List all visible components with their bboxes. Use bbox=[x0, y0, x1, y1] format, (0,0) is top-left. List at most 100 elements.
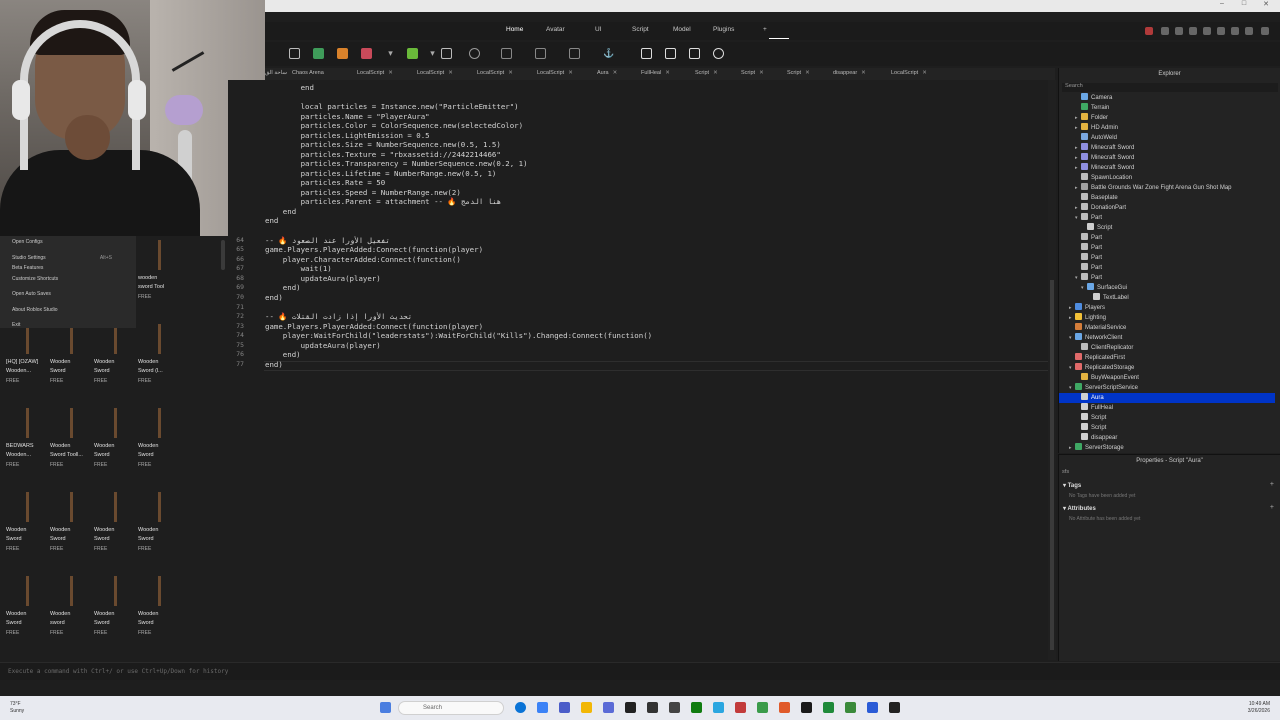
dropdown-arrow-icon[interactable]: ▾ bbox=[427, 48, 438, 59]
tab-script[interactable]: Script bbox=[632, 26, 649, 33]
asset-thumbnail[interactable] bbox=[138, 238, 182, 272]
app-icon[interactable] bbox=[735, 702, 746, 713]
explorer-item[interactable]: ▸ Lighting bbox=[1069, 313, 1106, 323]
menu-item-open-configs[interactable]: Open Configs bbox=[12, 239, 43, 245]
asset-title[interactable]: wooden sword Tool bbox=[138, 274, 182, 292]
asset-thumbnail[interactable] bbox=[94, 490, 138, 524]
tags-section-header[interactable]: ▾ Tags bbox=[1063, 482, 1081, 489]
brave-icon[interactable] bbox=[779, 702, 790, 713]
menu-item-exit[interactable]: Exit bbox=[12, 322, 20, 328]
toolbox-scrollbar[interactable] bbox=[221, 240, 225, 270]
start-icon[interactable] bbox=[380, 702, 391, 713]
menu-item-about-studio[interactable]: About Roblox Studio bbox=[12, 307, 58, 313]
code-line[interactable]: end) bbox=[265, 350, 301, 360]
code-line[interactable]: end) bbox=[265, 283, 301, 293]
asset-title[interactable]: Wooden Sword bbox=[94, 358, 138, 376]
code-line[interactable]: local particles = Instance.new("Particle… bbox=[265, 102, 519, 112]
asset-title[interactable]: Wooden Sword bbox=[50, 358, 94, 376]
close-icon[interactable]: ✕ bbox=[568, 70, 573, 76]
doc-tab-localscript[interactable]: LocalScript ✕ bbox=[537, 70, 573, 76]
command-input[interactable]: Execute a command with Ctrl+/ or use Ctr… bbox=[8, 668, 228, 675]
maximize-icon[interactable]: □ bbox=[1237, 0, 1251, 7]
app-icon[interactable] bbox=[559, 702, 570, 713]
asset-title[interactable]: Wooden Sword Tooll... bbox=[50, 442, 94, 460]
explorer-item[interactable]: Aura bbox=[1059, 393, 1275, 403]
toolbox-asset[interactable]: Wooden Sword FREE bbox=[94, 574, 138, 654]
explorer-item[interactable]: MaterialService bbox=[1069, 323, 1126, 333]
explorer-item[interactable]: Script bbox=[1075, 413, 1106, 423]
code-line[interactable]: wait(1) bbox=[265, 264, 332, 274]
explorer-item[interactable]: Script bbox=[1075, 423, 1106, 433]
code-line[interactable]: end) bbox=[265, 360, 283, 370]
list-icon[interactable] bbox=[665, 48, 676, 59]
add-tab-button[interactable]: + bbox=[763, 26, 767, 33]
asset-title[interactable]: Wooden Sword bbox=[6, 526, 50, 544]
roblox-studio-icon[interactable] bbox=[625, 702, 636, 713]
close-icon[interactable]: ✕ bbox=[613, 70, 618, 76]
explorer-item[interactable]: Part bbox=[1075, 243, 1102, 253]
attributes-section-header[interactable]: ▾ Attributes bbox=[1063, 505, 1096, 512]
properties-filter-input[interactable]: sfs bbox=[1062, 469, 1069, 475]
toolbox-asset[interactable]: Wooden Sword FREE bbox=[50, 490, 94, 570]
toolbox-asset[interactable]: Wooden Sword FREE bbox=[6, 490, 50, 570]
ui-icon[interactable] bbox=[361, 48, 372, 59]
asset-thumbnail[interactable] bbox=[138, 574, 182, 608]
telegram-icon[interactable] bbox=[713, 702, 724, 713]
app-icon[interactable] bbox=[537, 702, 548, 713]
toolbox-asset[interactable]: Wooden Sword FREE bbox=[50, 322, 94, 402]
menu-item-studio-settings[interactable]: Studio Settings bbox=[12, 255, 46, 261]
doc-tab-arabic[interactable]: ساحة الق bbox=[265, 70, 287, 76]
asset-thumbnail[interactable] bbox=[50, 406, 94, 440]
explorer-item[interactable]: disappear bbox=[1075, 433, 1117, 443]
toolbox-asset[interactable]: Wooden Sword FREE bbox=[94, 490, 138, 570]
doc-tab-localscript[interactable]: LocalScript ✕ bbox=[357, 70, 393, 76]
asset-title[interactable]: Wooden Sword bbox=[138, 526, 182, 544]
explorer-item[interactable]: BuyWeaponEvent bbox=[1075, 373, 1139, 383]
asset-title[interactable]: Wooden Sword bbox=[138, 442, 182, 460]
record-icon[interactable] bbox=[1145, 27, 1153, 35]
close-icon[interactable]: ✕ bbox=[805, 70, 810, 76]
explorer-search-input[interactable]: Search bbox=[1062, 83, 1278, 92]
lock-icon[interactable] bbox=[569, 48, 580, 59]
doc-tab-script[interactable]: Script ✕ bbox=[787, 70, 810, 76]
close-icon[interactable]: ✕ bbox=[713, 70, 718, 76]
weather-widget[interactable]: 73°F Sunny bbox=[10, 701, 24, 715]
close-icon[interactable]: ✕ bbox=[922, 70, 927, 76]
terrain-icon[interactable] bbox=[313, 48, 324, 59]
close-icon[interactable]: ✕ bbox=[759, 70, 764, 76]
move-icon[interactable] bbox=[501, 48, 512, 59]
explorer-item[interactable]: ▾ Part bbox=[1075, 273, 1102, 283]
explorer-item[interactable]: Part bbox=[1075, 263, 1102, 273]
explorer-item[interactable]: SpawnLocation bbox=[1075, 173, 1132, 183]
test-icon[interactable] bbox=[713, 48, 724, 59]
menu-item-open-auto-saves[interactable]: Open Auto Saves bbox=[12, 291, 51, 297]
asset-thumbnail[interactable] bbox=[6, 574, 50, 608]
explorer-item[interactable]: Terrain bbox=[1075, 103, 1109, 113]
doc-tab-script[interactable]: Script ✕ bbox=[695, 70, 718, 76]
app-icon[interactable] bbox=[889, 702, 900, 713]
app-icon[interactable] bbox=[867, 702, 878, 713]
scrollbar-thumb[interactable] bbox=[1050, 280, 1054, 650]
code-line[interactable]: end bbox=[265, 83, 314, 93]
explorer-item[interactable]: ▸ ServerStorage bbox=[1069, 443, 1124, 453]
asset-thumbnail[interactable] bbox=[6, 490, 50, 524]
toolbox-asset[interactable]: BEDWARS Wooden... FREE bbox=[6, 406, 50, 486]
script-editor[interactable]: 64 65 66 67 68 69 70 71 72 73 74 75 76 77 end local p… bbox=[228, 80, 1056, 660]
dropdown-arrow-icon[interactable]: ▾ bbox=[385, 48, 396, 59]
explorer-item[interactable]: FullHeal bbox=[1075, 403, 1113, 413]
doc-tab-aura[interactable]: Aura ✕ bbox=[597, 70, 617, 76]
asset-title[interactable]: [HQ] [OZAW] Wooden... bbox=[6, 358, 50, 376]
collaborate-icon[interactable] bbox=[1161, 27, 1169, 35]
script-icon[interactable] bbox=[407, 48, 418, 59]
code-line[interactable]: particles.Rate = 50 bbox=[265, 178, 386, 188]
explorer-item[interactable]: ▸ Battle Grounds War Zone Fight Arena Gun… bbox=[1075, 183, 1232, 193]
asset-title[interactable]: Wooden Sword bbox=[94, 442, 138, 460]
asset-thumbnail[interactable] bbox=[50, 490, 94, 524]
code-line[interactable]: end bbox=[265, 216, 278, 226]
asset-thumbnail[interactable] bbox=[94, 574, 138, 608]
toolbox-asset[interactable]: Wooden Sword FREE bbox=[94, 322, 138, 402]
toolbox-asset[interactable]: Wooden Sword FREE bbox=[138, 490, 182, 570]
close-icon[interactable]: ✕ bbox=[1259, 0, 1273, 8]
close-icon[interactable]: ✕ bbox=[448, 70, 453, 76]
material-icon[interactable] bbox=[337, 48, 348, 59]
